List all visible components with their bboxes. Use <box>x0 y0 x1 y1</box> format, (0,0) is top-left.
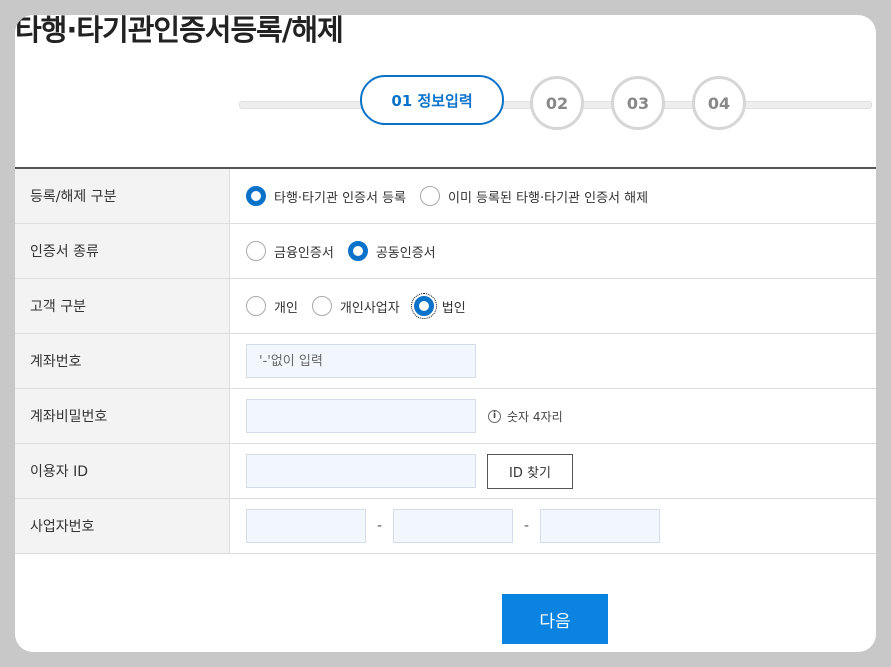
radio-sole-proprietor-label: 개인사업자 <box>339 300 400 316</box>
radio-register-circle[interactable] <box>246 186 266 206</box>
account-number-label: 계좌번호 <box>15 334 230 388</box>
radio-joint-cert-circle[interactable] <box>347 241 368 261</box>
radio-sole-proprietor-circle[interactable] <box>311 296 332 316</box>
radio-joint-cert-label: 공동인증서 <box>375 245 436 261</box>
radio-corporation[interactable]: 법인 <box>410 293 466 319</box>
password-hint: i 숫자 4자리 <box>488 408 563 425</box>
account-number-input[interactable] <box>246 344 476 378</box>
user-id-label: 이용자 ID <box>15 444 230 498</box>
radio-joint-cert[interactable]: 공동인증서 <box>347 241 436 261</box>
radio-unregister-label: 이미 등록된 타행·타기관 인증서 해제 <box>448 190 649 206</box>
row-reg-type: 등록/해제 구분 타행·타기관 인증서 등록 이미 등록된 타행·타기관 인증서… <box>15 169 876 224</box>
radio-corporation-circle[interactable] <box>410 293 437 319</box>
registration-form: 등록/해제 구분 타행·타기관 인증서 등록 이미 등록된 타행·타기관 인증서… <box>15 167 876 554</box>
separator-dash: - <box>523 518 530 534</box>
reg-type-label: 등록/해제 구분 <box>15 169 230 223</box>
radio-unregister[interactable]: 이미 등록된 타행·타기관 인증서 해제 <box>420 186 648 206</box>
step-3: 03 <box>611 76 665 130</box>
separator-dash: - <box>376 518 383 534</box>
customer-type-label: 고객 구분 <box>15 279 230 333</box>
radio-financial-cert[interactable]: 금융인증서 <box>246 241 334 261</box>
password-hint-text: 숫자 4자리 <box>507 409 563 424</box>
next-button[interactable]: 다음 <box>502 594 608 644</box>
radio-unregister-circle[interactable] <box>420 186 440 206</box>
page-title: 타행·타기관인증서등록/해제 <box>15 15 344 47</box>
radio-financial-cert-circle[interactable] <box>246 241 266 261</box>
step-4: 04 <box>692 76 746 130</box>
row-cert-type: 인증서 종류 금융인증서 공동인증서 <box>15 224 876 279</box>
row-account-number: 계좌번호 <box>15 334 876 389</box>
radio-individual[interactable]: 개인 <box>246 296 298 316</box>
radio-financial-cert-label: 금융인증서 <box>274 245 334 261</box>
radio-sole-proprietor[interactable]: 개인사업자 <box>311 296 400 316</box>
row-customer-type: 고객 구분 개인 개인사업자 법인 <box>15 279 876 334</box>
radio-register[interactable]: 타행·타기관 인증서 등록 <box>246 186 406 206</box>
row-account-password: 계좌비밀번호 i 숫자 4자리 <box>15 389 876 444</box>
business-number-part3[interactable] <box>540 509 660 543</box>
radio-individual-label: 개인 <box>274 300 298 316</box>
business-number-part1[interactable] <box>246 509 366 543</box>
user-id-input[interactable] <box>246 454 476 488</box>
find-id-button[interactable]: ID 찾기 <box>487 453 573 489</box>
row-business-number: 사업자번호 - - <box>15 499 876 554</box>
step-1-active: 01 정보입력 <box>360 75 504 125</box>
account-password-label: 계좌비밀번호 <box>15 389 230 443</box>
radio-corporation-label: 법인 <box>441 300 466 316</box>
cert-type-label: 인증서 종류 <box>15 224 230 278</box>
info-icon: i <box>488 409 501 423</box>
step-2: 02 <box>530 76 584 130</box>
radio-register-label: 타행·타기관 인증서 등록 <box>274 190 406 206</box>
business-number-label: 사업자번호 <box>15 499 230 553</box>
content-panel: 타행·타기관인증서등록/해제 01 정보입력 02 03 04 등록/해제 구분… <box>15 15 876 652</box>
row-user-id: 이용자 ID ID 찾기 <box>15 444 876 499</box>
radio-individual-circle[interactable] <box>246 296 266 316</box>
account-password-input[interactable] <box>246 399 476 433</box>
business-number-part2[interactable] <box>393 509 513 543</box>
